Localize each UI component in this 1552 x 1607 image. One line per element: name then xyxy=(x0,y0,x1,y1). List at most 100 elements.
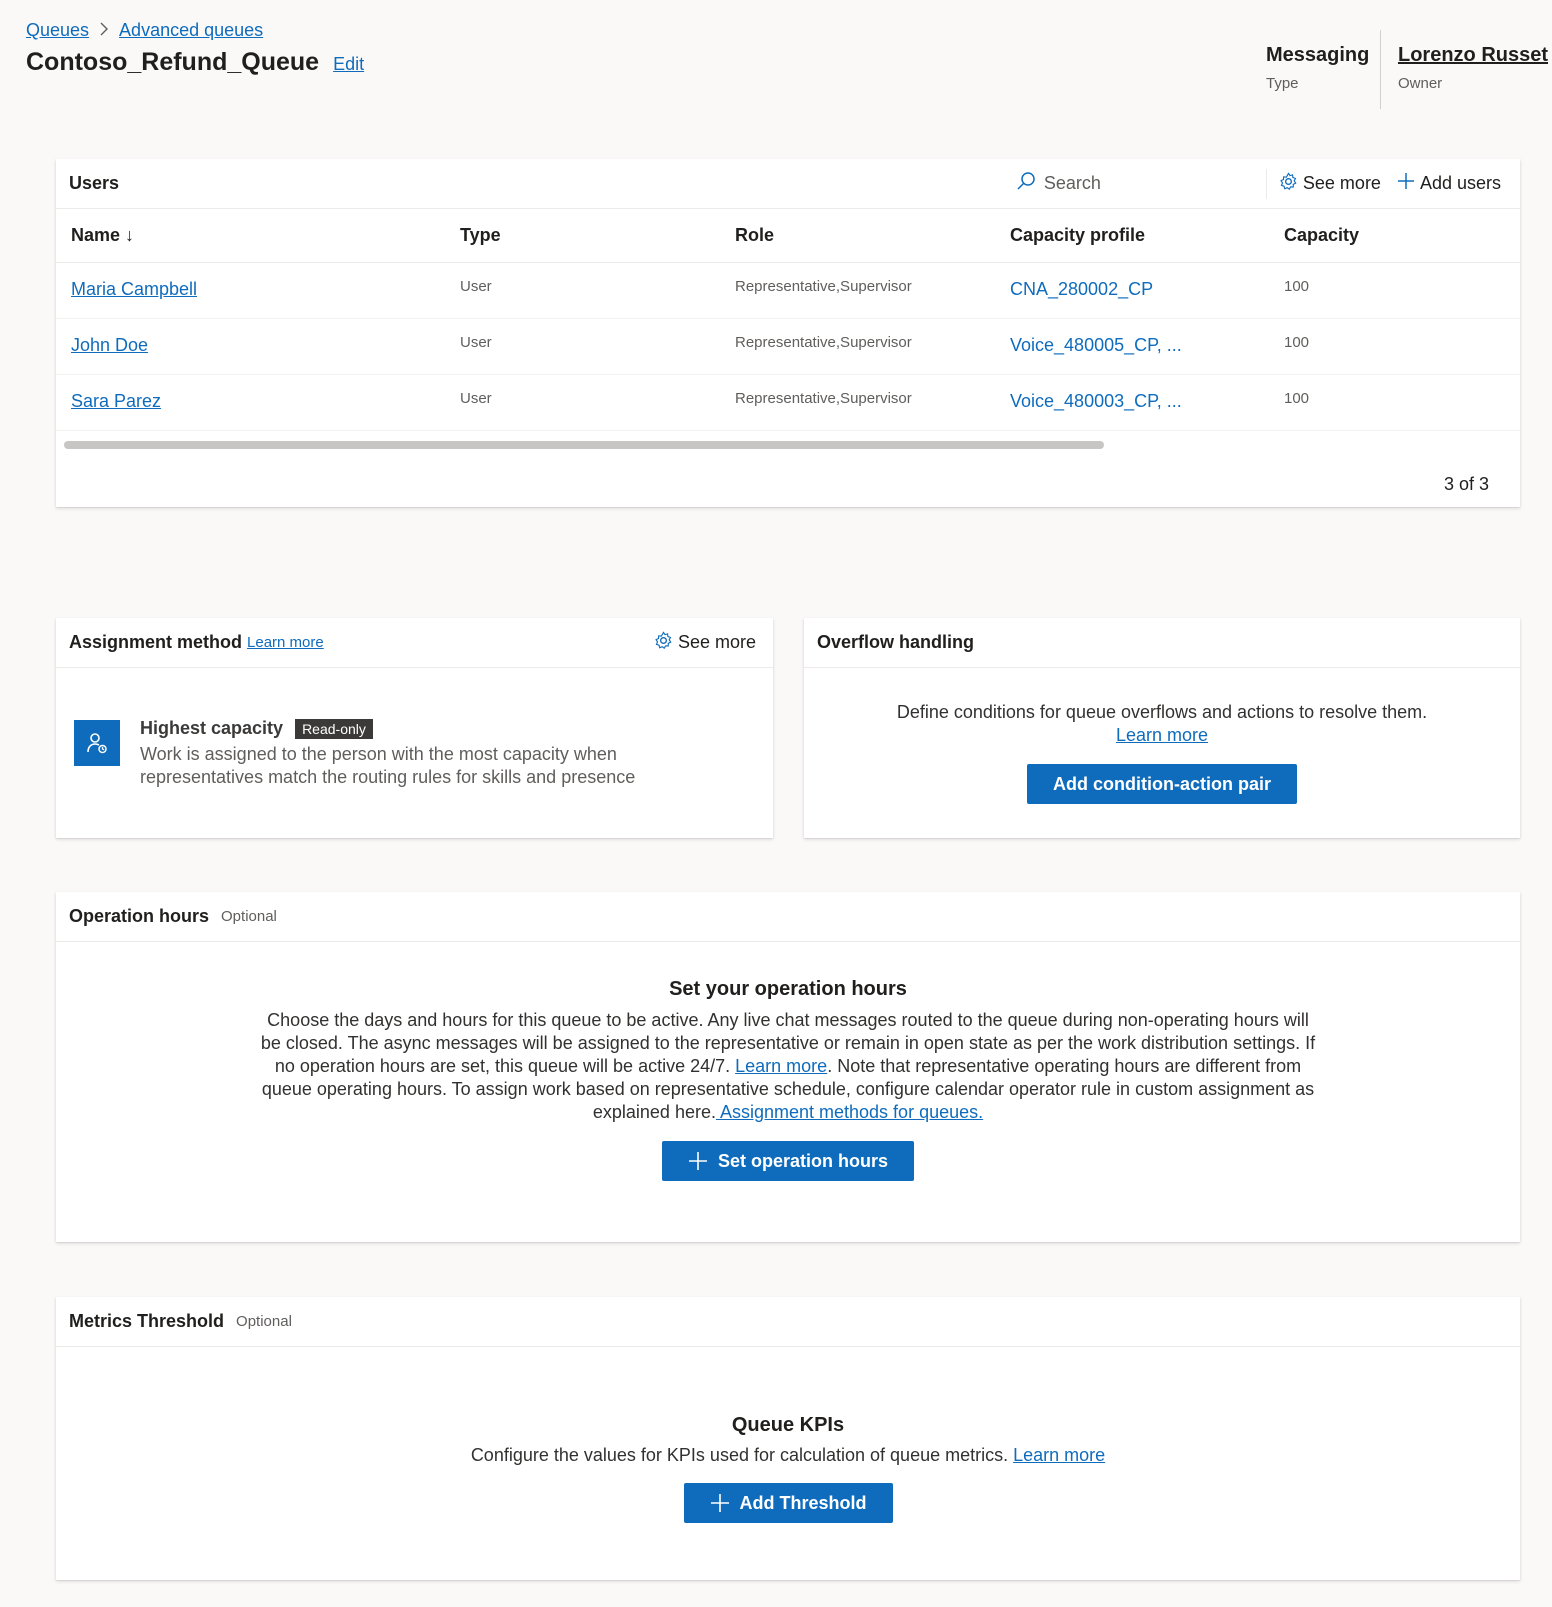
chevron-right-icon xyxy=(99,20,109,41)
set-operation-hours-button[interactable]: Set operation hours xyxy=(661,1141,914,1181)
user-type: User xyxy=(460,278,492,295)
add-users-button[interactable]: Add users xyxy=(1397,172,1501,195)
user-role: Representative,Supervisor xyxy=(735,390,912,407)
assignment-method-title-row: Highest capacity Read-only xyxy=(140,718,740,739)
type-label: Type xyxy=(1266,75,1299,92)
search-icon xyxy=(1016,171,1036,196)
users-card: Users Search See more Add users Name ↓ T… xyxy=(56,159,1520,507)
assignment-card-title: Assignment method xyxy=(69,632,243,652)
metrics-card-title: Metrics Threshold xyxy=(69,1311,225,1331)
read-only-badge: Read-only xyxy=(295,718,373,739)
user-capacity: 100 xyxy=(1284,278,1310,295)
metrics-description: Configure the values for KPIs used for c… xyxy=(56,1445,1520,1466)
overflow-button-wrap: Add condition-action pair xyxy=(804,764,1520,804)
column-header-capacity[interactable]: Capacity xyxy=(1284,225,1359,246)
owner-link[interactable]: Lorenzo Russet xyxy=(1398,44,1548,67)
add-users-label: Add users xyxy=(1419,173,1501,193)
column-header-capacity-profile[interactable]: Capacity profile xyxy=(1010,225,1145,246)
user-capacity: 100 xyxy=(1284,334,1310,351)
assignment-card-header: Assignment method Learn more See more xyxy=(56,618,773,668)
metrics-body: Queue KPIs Configure the values for KPIs… xyxy=(56,1347,1520,1523)
users-table-header: Name ↓ Type Role Capacity profile Capaci… xyxy=(56,209,1520,263)
operation-hours-title: Set your operation hours xyxy=(669,978,907,1000)
user-capacity: 100 xyxy=(1284,390,1310,407)
add-threshold-button[interactable]: Add Threshold xyxy=(683,1483,893,1523)
user-role: Representative,Supervisor xyxy=(735,278,912,295)
add-threshold-label: Add Threshold xyxy=(739,1492,867,1513)
assignment-method-description: Work is assigned to the person with the … xyxy=(140,744,636,787)
edit-link[interactable]: Edit xyxy=(333,54,364,75)
overflow-learn-more-link[interactable]: Learn more xyxy=(1116,725,1208,745)
title-row: Contoso_Refund_Queue Edit xyxy=(26,48,364,77)
search-input[interactable]: Search xyxy=(1044,173,1101,194)
assignment-see-more-button[interactable]: See more xyxy=(654,630,756,655)
user-name-link[interactable]: John Doe xyxy=(71,335,148,356)
overflow-body: Define conditions for queue overflows an… xyxy=(804,668,1520,804)
operation-hours-card: Operation hours Optional Set your operat… xyxy=(56,892,1520,1242)
plus-icon xyxy=(710,1494,729,1512)
metrics-card-header: Metrics Threshold Optional xyxy=(56,1297,1520,1347)
user-name-link[interactable]: Maria Campbell xyxy=(71,279,197,300)
meta-divider xyxy=(1380,30,1381,109)
breadcrumb-advanced-queues-link[interactable]: Advanced queues xyxy=(119,20,263,41)
assignment-body: Highest capacity Read-only Work is assig… xyxy=(56,668,773,836)
user-name-link[interactable]: Sara Parez xyxy=(71,391,161,412)
breadcrumb-queues-link[interactable]: Queues xyxy=(26,20,89,41)
optional-label: Optional xyxy=(236,1313,292,1330)
add-threshold-button-wrap: Add Threshold xyxy=(56,1483,1520,1523)
see-more-button[interactable]: See more xyxy=(1279,171,1381,196)
type-value: Messaging xyxy=(1266,44,1370,66)
users-toolbar: Search See more Add users xyxy=(1016,168,1507,199)
operation-hours-description: Choose the days and hours for this queue… xyxy=(258,1009,1318,1124)
assignment-see-more-label: See more xyxy=(677,632,756,652)
operation-hours-body: Set your operation hours Choose the days… xyxy=(56,942,1520,1181)
capacity-profile-link[interactable]: CNA_280002_CP xyxy=(1010,279,1153,300)
gear-icon xyxy=(1279,171,1298,196)
users-card-title: Users xyxy=(69,173,120,193)
table-row[interactable]: Sara Parez User Representative,Superviso… xyxy=(56,375,1520,431)
column-header-role[interactable]: Role xyxy=(735,225,774,246)
overflow-card-header: Overflow handling xyxy=(804,618,1520,668)
add-condition-action-pair-button[interactable]: Add condition-action pair xyxy=(1027,764,1297,804)
column-header-type[interactable]: Type xyxy=(460,225,501,246)
operation-hours-learn-more-link[interactable]: Learn more xyxy=(735,1056,827,1076)
toolbar-divider xyxy=(1265,168,1267,199)
page-title: Contoso_Refund_Queue xyxy=(26,48,320,76)
overflow-description-block: Define conditions for queue overflows an… xyxy=(804,668,1520,747)
owner-label: Owner xyxy=(1398,75,1443,92)
horizontal-scrollbar[interactable] xyxy=(64,441,1104,449)
capacity-profile-link[interactable]: Voice_480003_CP, ... xyxy=(1010,391,1182,412)
user-type: User xyxy=(460,334,492,351)
queue-kpis-title: Queue KPIs xyxy=(731,1414,845,1436)
overflow-card-title: Overflow handling xyxy=(817,632,975,652)
user-role: Representative,Supervisor xyxy=(735,334,912,351)
assignment-learn-more-link[interactable]: Learn more xyxy=(247,634,324,651)
metrics-desc-text: Configure the values for KPIs used for c… xyxy=(470,1445,1014,1465)
capacity-profile-link[interactable]: Voice_480005_CP, ... xyxy=(1010,335,1182,356)
user-type: User xyxy=(460,390,492,407)
metrics-threshold-card: Metrics Threshold Optional Queue KPIs Co… xyxy=(56,1297,1520,1580)
table-row[interactable]: Maria Campbell User Representative,Super… xyxy=(56,263,1520,319)
search-box[interactable]: Search xyxy=(1016,171,1266,196)
metrics-learn-more-link[interactable]: Learn more xyxy=(1013,1445,1105,1465)
table-row[interactable]: John Doe User Representative,Supervisor … xyxy=(56,319,1520,375)
gear-icon xyxy=(654,630,673,655)
plus-icon xyxy=(1397,172,1415,195)
type-meta: Messaging Type xyxy=(1266,44,1369,92)
pager-count: 3 of 3 xyxy=(1443,474,1489,494)
overflow-handling-card: Overflow handling Define conditions for … xyxy=(804,618,1520,838)
person-icon xyxy=(74,720,120,766)
set-operation-hours-label: Set operation hours xyxy=(717,1150,888,1171)
optional-label: Optional xyxy=(221,908,277,925)
set-hours-button-wrap: Set operation hours xyxy=(56,1141,1520,1181)
breadcrumb: Queues Advanced queues xyxy=(26,20,263,41)
overflow-description: Define conditions for queue overflows an… xyxy=(896,702,1428,722)
operation-hours-card-header: Operation hours Optional xyxy=(56,892,1520,942)
assignment-methods-link[interactable]: Assignment methods for queues. xyxy=(716,1102,983,1122)
plus-icon xyxy=(688,1152,707,1170)
owner-meta: Lorenzo Russet Owner xyxy=(1398,44,1548,92)
assignment-method-title: Highest capacity xyxy=(140,718,284,738)
operation-hours-card-title: Operation hours xyxy=(69,906,210,926)
see-more-label: See more xyxy=(1302,173,1381,193)
column-header-name[interactable]: Name ↓ xyxy=(71,225,134,246)
